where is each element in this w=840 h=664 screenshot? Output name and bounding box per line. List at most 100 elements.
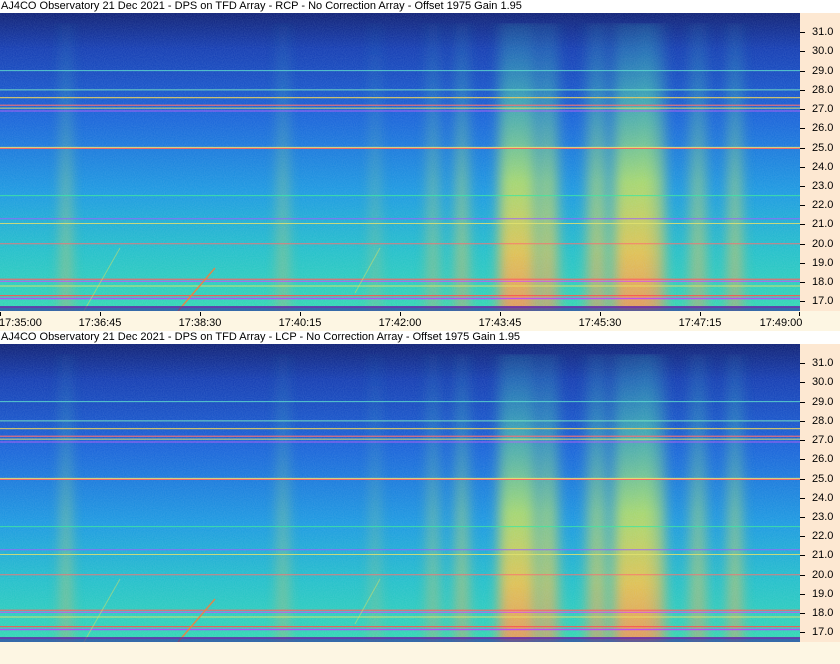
freq-tick-mark (800, 555, 805, 557)
freq-tick-label: 19.0 (812, 256, 834, 269)
spectrogram-panel-rcp: AJ4CO Observatory 21 Dec 2021 - DPS on T… (0, 0, 840, 330)
time-tick-label: 17:38:30 (178, 317, 222, 329)
freq-tick-mark (800, 262, 805, 264)
freq-tick: 20.0 (800, 569, 840, 581)
time-tick-label: 17:42:00 (378, 317, 422, 329)
freq-tick-mark (800, 497, 805, 499)
freq-tick-label: 27.0 (812, 434, 834, 447)
freq-tick: 28.0 (800, 84, 840, 96)
freq-tick: 29.0 (800, 396, 840, 408)
freq-tick: 31.0 (800, 357, 840, 369)
freq-tick: 26.0 (800, 453, 840, 465)
time-tick-mark (300, 312, 301, 316)
freq-tick-label: 18.0 (812, 276, 834, 289)
freq-tick: 18.0 (800, 276, 840, 288)
time-tick-mark (700, 312, 701, 316)
frequency-axis-rcp: 31.0 30.0 29.0 28.0 27.0 26.0 25.0 24.0 23.0 22.0… (800, 13, 840, 311)
freq-tick-label: 23.0 (812, 180, 834, 193)
freq-tick-mark (800, 243, 805, 245)
freq-tick-label: 17.0 (812, 295, 834, 308)
freq-tick-mark (800, 51, 805, 53)
freq-tick: 19.0 (800, 588, 840, 600)
freq-tick-mark (800, 147, 805, 149)
freq-tick-label: 31.0 (812, 357, 834, 370)
freq-tick-label: 26.0 (812, 122, 834, 135)
freq-tick-mark (800, 632, 805, 634)
freq-tick-mark (800, 186, 805, 188)
time-tick-mark (0, 312, 1, 316)
freq-tick-mark (800, 109, 805, 111)
freq-tick: 25.0 (800, 473, 840, 485)
spectrogram-plot-lcp[interactable] (0, 344, 800, 642)
freq-tick: 23.0 (800, 511, 840, 523)
freq-tick-mark (800, 478, 805, 480)
freq-tick: 26.0 (800, 122, 840, 134)
spectrogram-panel-lcp: AJ4CO Observatory 21 Dec 2021 - DPS on T… (0, 331, 840, 664)
time-tick-label: 17:45:30 (578, 317, 622, 329)
freq-tick: 19.0 (800, 257, 840, 269)
freq-tick-mark (800, 128, 805, 130)
freq-tick-label: 26.0 (812, 453, 834, 466)
panel-title-rcp: AJ4CO Observatory 21 Dec 2021 - DPS on T… (0, 0, 840, 13)
freq-tick-label: 27.0 (812, 103, 834, 116)
frequency-axis-lcp: 31.0 30.0 29.0 28.0 27.0 26.0 25.0 24.0 23.0 22.0… (800, 344, 840, 642)
freq-tick-label: 24.0 (812, 160, 834, 173)
panel-title-lcp: AJ4CO Observatory 21 Dec 2021 - DPS on T… (0, 331, 840, 344)
freq-tick-mark (800, 593, 805, 595)
freq-tick-label: 28.0 (812, 83, 834, 96)
freq-tick-label: 17.0 (812, 626, 834, 639)
freq-tick-mark (800, 89, 805, 91)
freq-tick: 20.0 (800, 238, 840, 250)
freq-tick-label: 21.0 (812, 218, 834, 231)
freq-tick: 27.0 (800, 103, 840, 115)
freq-tick-label: 30.0 (812, 45, 834, 58)
time-tick-mark (799, 312, 800, 316)
freq-tick-mark (800, 301, 805, 303)
freq-tick-label: 20.0 (812, 568, 834, 581)
freq-tick-mark (800, 401, 805, 403)
freq-tick-mark (800, 420, 805, 422)
spectrogram-plot-rcp[interactable] (0, 13, 800, 311)
freq-tick-label: 31.0 (812, 26, 834, 39)
time-tick-label: 17:47:15 (678, 317, 722, 329)
freq-tick-label: 24.0 (812, 491, 834, 504)
freq-tick: 29.0 (800, 65, 840, 77)
freq-tick: 17.0 (800, 626, 840, 638)
freq-tick-mark (800, 205, 805, 207)
freq-tick-label: 30.0 (812, 376, 834, 389)
freq-tick-mark (800, 613, 805, 615)
time-tick-label: 17:36:45 (78, 317, 122, 329)
freq-tick: 22.0 (800, 530, 840, 542)
freq-tick: 23.0 (800, 180, 840, 192)
freq-tick-mark (800, 517, 805, 519)
freq-tick-mark (800, 536, 805, 538)
freq-tick: 22.0 (800, 199, 840, 211)
freq-tick-mark (800, 70, 805, 72)
freq-tick-label: 29.0 (812, 64, 834, 77)
freq-tick: 17.0 (800, 295, 840, 307)
freq-tick-mark (800, 282, 805, 284)
spectrogram-image-rcp (0, 13, 800, 311)
freq-tick: 21.0 (800, 218, 840, 230)
freq-tick: 30.0 (800, 376, 840, 388)
time-tick-label: 17:35:00 (0, 317, 42, 329)
time-tick-label: 17:43:45 (478, 317, 522, 329)
time-tick-mark (100, 312, 101, 316)
time-tick-mark (500, 312, 501, 316)
freq-tick-mark (800, 382, 805, 384)
freq-tick-mark (800, 224, 805, 226)
time-tick-mark (400, 312, 401, 316)
freq-tick-label: 28.0 (812, 414, 834, 427)
freq-tick-mark (800, 440, 805, 442)
freq-tick-label: 21.0 (812, 549, 834, 562)
freq-tick-label: 23.0 (812, 511, 834, 524)
freq-tick-label: 25.0 (812, 472, 834, 485)
freq-tick-label: 20.0 (812, 237, 834, 250)
freq-tick: 24.0 (800, 161, 840, 173)
time-axis: 17:35:00 17:36:45 17:38:30 17:40:15 17:42:00… (0, 312, 840, 330)
freq-tick: 28.0 (800, 415, 840, 427)
time-tick-label: 17:49:00 (759, 317, 803, 329)
freq-tick-mark (800, 32, 805, 34)
freq-tick: 31.0 (800, 26, 840, 38)
freq-tick-mark (800, 574, 805, 576)
